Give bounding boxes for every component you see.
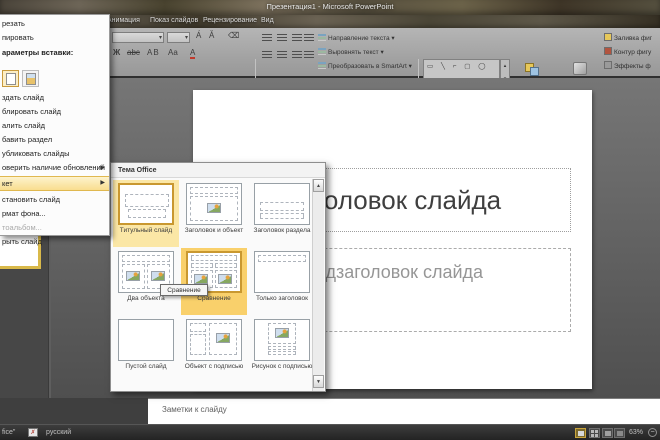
- shape-fill-button[interactable]: Заливка фиг: [604, 33, 652, 42]
- align-text-button[interactable]: Выровнять текст ▾: [318, 47, 384, 56]
- decrease-indent-icon[interactable]: [292, 34, 302, 42]
- paste-picture-button[interactable]: [22, 70, 39, 87]
- menu-item-add-section[interactable]: бавить раздел: [0, 133, 109, 147]
- context-menu: резать пировать араметры вставки: здать …: [0, 14, 110, 236]
- shape-outline-button[interactable]: Контур фигу: [604, 47, 651, 56]
- layout-thumbnail: [186, 183, 242, 225]
- layout-thumbnail: [186, 319, 242, 361]
- submenu-arrow-icon: ▶: [100, 161, 105, 175]
- clear-formatting-button[interactable]: ⌫: [228, 31, 239, 40]
- shape-effects-button[interactable]: Эффекты ф: [604, 61, 651, 70]
- slide-sorter-view-button[interactable]: [589, 428, 600, 438]
- layout-title-slide[interactable]: Титульный слайд: [113, 180, 179, 247]
- powerpoint-window: Презентация1 - Microsoft PowerPoint Аним…: [0, 0, 660, 440]
- menu-item-format-background[interactable]: рмат фона...: [0, 207, 109, 221]
- title-bar: Презентация1 - Microsoft PowerPoint: [0, 0, 660, 15]
- zoom-level[interactable]: 63%: [629, 429, 643, 436]
- align-right-icon[interactable]: [292, 51, 302, 59]
- menu-item-reset-slide[interactable]: становить слайд: [0, 193, 109, 207]
- layout-title-and-content[interactable]: Заголовок и объект: [181, 180, 247, 247]
- layout-thumbnail: [118, 319, 174, 361]
- align-center-icon[interactable]: [277, 51, 287, 59]
- align-text-icon: [318, 47, 326, 55]
- reading-view-button[interactable]: [602, 428, 613, 438]
- window-title: Презентация1 - Microsoft PowerPoint: [0, 2, 660, 11]
- notes-pane[interactable]: Заметки к слайду: [148, 398, 660, 424]
- font-color-button[interactable]: А: [190, 48, 195, 59]
- layout-blank[interactable]: Пустой слайд: [113, 316, 179, 383]
- shrink-font-button[interactable]: А̌: [209, 31, 214, 40]
- numbering-icon[interactable]: [277, 34, 287, 42]
- notes-left-filler: [0, 398, 148, 424]
- slideshow-view-button[interactable]: [614, 428, 625, 438]
- submenu-arrow-icon: ▶: [100, 177, 105, 190]
- font-name-combo[interactable]: [112, 32, 164, 43]
- paste-picture-icon: [26, 73, 36, 85]
- strikethrough-button[interactable]: abc: [127, 48, 140, 57]
- increase-indent-icon[interactable]: [304, 34, 314, 42]
- layout-content-with-caption[interactable]: Объект с подписью: [181, 316, 247, 383]
- layout-thumbnail: [254, 319, 310, 361]
- tab-animation[interactable]: Анимация: [107, 17, 140, 24]
- tab-review[interactable]: Рецензирование: [203, 17, 257, 24]
- zoom-out-button[interactable]: −: [648, 428, 657, 437]
- theme-name-fragment: fice": [2, 429, 15, 436]
- menu-item-cut[interactable]: резать: [0, 17, 109, 31]
- menu-item-photo-album: тоальбом...: [0, 221, 109, 235]
- menu-item-check-updates[interactable]: оверить наличие обновлений▶: [0, 161, 109, 175]
- notes-placeholder-text: Заметки к слайду: [162, 405, 227, 414]
- bullets-icon[interactable]: [262, 34, 272, 42]
- menu-item-delete-slide[interactable]: алить слайд: [0, 119, 109, 133]
- language-indicator[interactable]: русский: [46, 429, 71, 436]
- text-direction-button[interactable]: Направление текста ▾: [318, 33, 395, 42]
- menu-paste-options-label: араметры вставки:: [0, 46, 109, 60]
- smartart-icon: [318, 61, 326, 69]
- menu-item-duplicate-slide[interactable]: блировать слайд: [0, 105, 109, 119]
- convert-smartart-button[interactable]: Преобразовать в SmartArt ▾: [318, 61, 412, 70]
- character-spacing-button[interactable]: АВ: [147, 48, 160, 57]
- layout-section-header[interactable]: Заголовок раздела: [249, 180, 315, 247]
- grow-font-button[interactable]: А́: [196, 31, 201, 40]
- layout-thumbnail: [118, 183, 174, 225]
- menu-item-layout[interactable]: кет▶: [0, 176, 109, 191]
- font-size-combo[interactable]: [167, 32, 190, 43]
- layout-tooltip: Сравнение: [160, 284, 208, 296]
- menu-item-copy[interactable]: пировать: [0, 31, 109, 45]
- layout-comparison[interactable]: Сравнение: [181, 248, 247, 315]
- normal-view-button[interactable]: [575, 428, 586, 438]
- text-direction-icon: [318, 33, 326, 41]
- layout-gallery: Тема Office ▲ ▼ Титульный слайд Заголово…: [110, 162, 326, 392]
- bold-button[interactable]: Ж: [113, 48, 120, 57]
- status-bar: fice" ✗ русский 63% −: [0, 424, 660, 440]
- menu-item-new-slide[interactable]: здать слайд: [0, 91, 109, 105]
- line-spacing-icon[interactable]: [304, 51, 314, 59]
- change-case-button[interactable]: Аа: [168, 48, 178, 57]
- tab-view[interactable]: Вид: [261, 17, 274, 24]
- paste-icon: [6, 73, 16, 85]
- paste-keep-formatting-button[interactable]: [2, 70, 19, 87]
- subtitle-placeholder-text: Подзаголовок слайда: [303, 262, 483, 282]
- shape-fill-icon: [604, 33, 612, 41]
- layout-gallery-header: Тема Office: [111, 163, 325, 178]
- layout-title-only[interactable]: Только заголовок: [249, 248, 315, 315]
- layout-two-content[interactable]: Два объекта: [113, 248, 179, 315]
- spellcheck-icon[interactable]: ✗: [28, 428, 38, 437]
- quick-styles-icon: [573, 62, 587, 75]
- menu-item-hide-slide[interactable]: рыть слайд: [0, 235, 109, 249]
- layout-thumbnail: [254, 251, 310, 293]
- align-left-icon[interactable]: [262, 51, 272, 59]
- tab-slideshow[interactable]: Показ слайдов: [150, 17, 198, 24]
- shape-effects-icon: [604, 61, 612, 69]
- shape-outline-icon: [604, 47, 612, 55]
- layout-thumbnail: [254, 183, 310, 225]
- layout-picture-with-caption[interactable]: Рисунок с подписью: [249, 316, 315, 383]
- menu-item-publish-slides[interactable]: убликовать слайды: [0, 147, 109, 161]
- arrange-icon: [524, 62, 540, 77]
